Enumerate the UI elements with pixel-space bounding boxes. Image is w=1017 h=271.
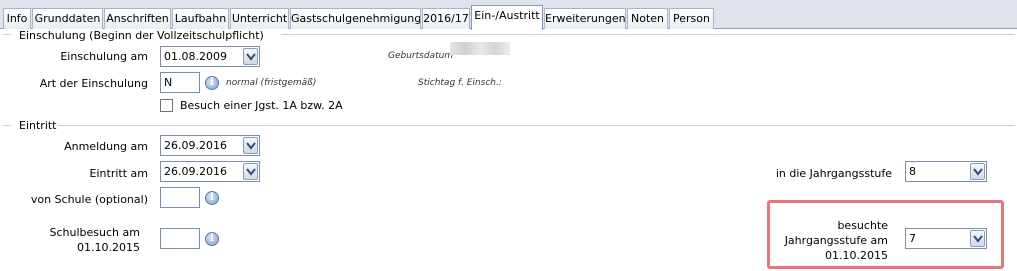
info-icon[interactable]: i xyxy=(205,232,219,246)
einschulung-date-combo[interactable]: 01.08.2009 xyxy=(160,46,260,67)
schulbesuch-input[interactable] xyxy=(160,228,200,249)
eintritt-date-value: 26.09.2016 xyxy=(164,165,227,178)
jahrgangsstufe-value: 8 xyxy=(909,165,916,178)
dropdown-button[interactable] xyxy=(243,163,258,180)
tab-unterricht[interactable]: Unterricht xyxy=(230,8,289,29)
geburtsdatum-redacted xyxy=(450,42,510,55)
besuchte-label-line2: Jahrgangsstufe am xyxy=(784,234,888,247)
info-icon[interactable]: i xyxy=(205,191,219,205)
tab-2016-17[interactable]: 2016/17 xyxy=(422,8,470,29)
tab-anschriften[interactable]: Anschriften xyxy=(104,8,171,29)
chevron-down-icon xyxy=(973,235,983,243)
tab-laufbahn[interactable]: Laufbahn xyxy=(172,8,229,29)
einschulung-date-label: Einschulung am xyxy=(60,50,148,63)
section-divider xyxy=(3,34,11,35)
von-schule-label: von Schule (optional) xyxy=(30,193,148,206)
einschulung-section-title: Einschulung (Beginn der Vollzeitschulpfl… xyxy=(19,29,264,42)
eintritt-section-title: Eintritt xyxy=(19,119,57,132)
jgst-1a-2a-checkbox[interactable] xyxy=(160,99,173,112)
chevron-down-icon xyxy=(246,53,256,61)
besuchte-label-line1: besuchte xyxy=(837,219,888,232)
besuchte-label-line3: 01.10.2015 xyxy=(825,249,888,262)
dropdown-button[interactable] xyxy=(243,137,258,154)
besuchte-jahrgangsstufe-combo[interactable]: 7 xyxy=(905,228,987,249)
jahrgangsstufe-label: in die Jahrgangsstufe xyxy=(775,167,892,180)
jahrgangsstufe-combo[interactable]: 8 xyxy=(905,161,987,182)
schulbesuch-label-line2: 01.10.2015 xyxy=(77,241,140,254)
tab-person[interactable]: Person xyxy=(669,8,714,29)
tab-ein-austritt[interactable]: Ein-/Austritt xyxy=(471,5,543,30)
art-einschulung-label: Art der Einschulung xyxy=(39,77,148,90)
dropdown-button[interactable] xyxy=(970,230,985,247)
tab-info[interactable]: Info xyxy=(3,8,31,29)
dropdown-button[interactable] xyxy=(970,163,985,180)
besuchte-jahrgangsstufe-value: 7 xyxy=(909,232,916,245)
chevron-down-icon xyxy=(246,168,256,176)
schulbesuch-label-line1: Schulbesuch am xyxy=(49,226,140,239)
ein-austritt-panel: Einschulung (Beginn der Vollzeitschulpfl… xyxy=(0,29,1017,271)
art-einschulung-input[interactable]: N xyxy=(160,72,200,93)
von-schule-input[interactable] xyxy=(160,187,200,208)
art-einschulung-value: N xyxy=(164,76,173,89)
section-divider xyxy=(3,125,11,126)
dropdown-button[interactable] xyxy=(243,48,258,65)
section-divider xyxy=(57,125,1015,126)
chevron-down-icon xyxy=(973,168,983,176)
jgst-1a-2a-label: Besuch einer Jgst. 1A bzw. 2A xyxy=(180,99,343,112)
anmeldung-date-combo[interactable]: 26.09.2016 xyxy=(160,135,260,156)
art-description: normal (fristgemäß) xyxy=(226,78,317,88)
besuchte-jahrgangsstufe-label: besuchte Jahrgangsstufe am 01.10.2015 xyxy=(770,218,888,263)
chevron-down-icon xyxy=(246,142,256,150)
tab-gastschulgenehmigung[interactable]: Gastschulgenehmigung xyxy=(290,8,421,29)
tab-grunddaten[interactable]: Grunddaten xyxy=(32,8,103,29)
schulbesuch-label: Schulbesuch am 01.10.2015 xyxy=(30,225,140,255)
stichtag-label: Stichtag f. Einsch.: xyxy=(418,78,502,88)
anmeldung-date-value: 26.09.2016 xyxy=(164,139,227,152)
tab-erweiterungen[interactable]: Erweiterungen xyxy=(544,8,626,29)
info-icon[interactable]: i xyxy=(205,76,219,90)
anmeldung-label: Anmeldung am xyxy=(64,140,148,153)
tab-bar: Info Grunddaten Anschriften Laufbahn Unt… xyxy=(0,0,1017,30)
eintritt-label: Eintritt am xyxy=(89,167,148,180)
tab-noten[interactable]: Noten xyxy=(627,8,668,29)
geburtsdatum-label: Geburtsdatum xyxy=(388,51,454,61)
eintritt-date-combo[interactable]: 26.09.2016 xyxy=(160,161,260,182)
section-divider xyxy=(281,34,1015,35)
einschulung-date-value: 01.08.2009 xyxy=(164,50,227,63)
